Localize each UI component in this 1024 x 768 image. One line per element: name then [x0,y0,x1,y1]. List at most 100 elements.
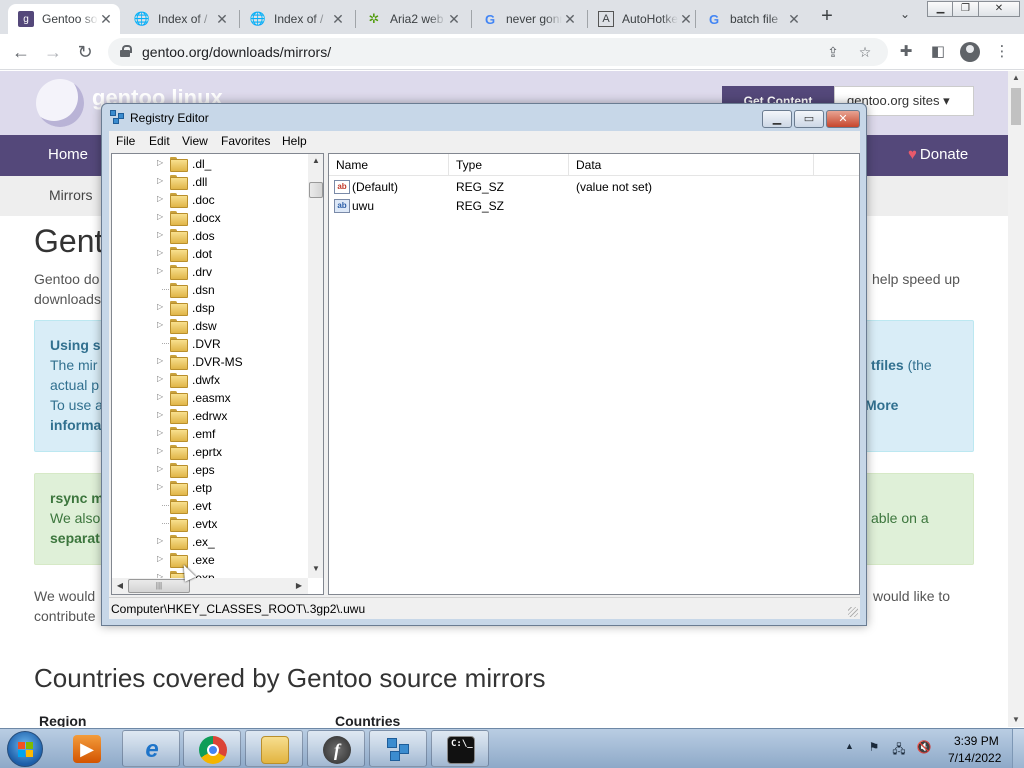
menu-file[interactable]: File [116,134,135,148]
expand-arrow-icon[interactable]: ▷ [157,212,165,222]
browser-minimize-button[interactable]: ▁ [927,1,954,17]
show-desktop-button[interactable] [1012,729,1024,768]
side-panel-icon[interactable]: ◧ [928,42,948,62]
column-divider[interactable] [813,154,814,176]
chrome-menu-icon[interactable]: ⋮ [992,42,1012,62]
expand-arrow-icon[interactable]: ▷ [157,392,165,402]
tab-batch-file[interactable]: G batch file ✕ [696,4,808,34]
column-data[interactable]: Data [576,158,601,172]
close-icon[interactable]: ✕ [562,11,578,28]
tree-key-node[interactable]: .evt [112,497,307,515]
tab-autohotkey[interactable]: A AutoHotkey ✕ [588,4,700,34]
expand-arrow-icon[interactable]: ▷ [157,320,165,330]
close-icon[interactable]: ✕ [678,11,694,28]
close-icon[interactable]: ✕ [786,11,802,28]
tree-key-node[interactable]: ▷ .eps [112,461,307,479]
tab-search-chevron-icon[interactable]: ⌄ [896,7,914,25]
close-button[interactable]: ✕ [826,110,860,128]
close-icon[interactable]: ✕ [330,11,346,28]
expand-arrow-icon[interactable]: ▷ [157,482,165,492]
more-information-link[interactable]: informa [50,415,101,435]
taskbar-internet-explorer[interactable]: e [122,730,180,767]
column-type[interactable]: Type [456,158,482,172]
scroll-up-icon[interactable]: ▲ [1008,71,1024,85]
taskbar-registry-editor[interactable] [369,730,427,767]
tree-key-node[interactable]: .DVR [112,335,307,353]
expand-arrow-icon[interactable]: ▷ [157,158,165,168]
taskbar-chrome[interactable] [183,730,241,767]
tree-horizontal-scrollbar[interactable]: ◀ ||| ▶ [112,578,308,594]
start-button[interactable] [7,731,43,767]
url-text[interactable]: gentoo.org/downloads/mirrors/ [142,44,331,60]
tree-key-node[interactable]: ▷ .dos [112,227,307,245]
menu-favorites[interactable]: Favorites [221,134,270,148]
scroll-down-icon[interactable]: ▼ [1008,713,1024,727]
close-icon[interactable]: ✕ [446,11,462,28]
address-bar[interactable]: gentoo.org/downloads/mirrors/ ⇪ ☆ [108,38,888,66]
expand-arrow-icon[interactable]: ▷ [157,428,165,438]
tree-key-node[interactable]: ▷ .etp [112,479,307,497]
taskbar-flash[interactable]: f [307,730,365,767]
rsync-text[interactable]: separat [50,528,100,548]
expand-arrow-icon[interactable]: ▷ [157,248,165,258]
tree-key-node[interactable]: ▷ .ex_ [112,533,307,551]
tree-key-node[interactable]: ▷ .dsw [112,317,307,335]
back-arrow-icon[interactable]: ← [8,39,34,65]
tree-key-node[interactable]: ▷ .dl_ [112,155,307,173]
scroll-up-icon[interactable]: ▲ [309,154,323,168]
tree-key-node[interactable]: ▷ .dll [112,173,307,191]
tree-vertical-scrollbar[interactable]: ▲ ▼ [308,154,323,578]
tab-aria-web[interactable]: ✲ Aria2 web UI ✕ [356,4,468,34]
clock-time[interactable]: 3:39 PM [954,734,999,748]
tree-key-node[interactable]: ▷ .drv [112,263,307,281]
expand-arrow-icon[interactable]: ▷ [157,302,165,312]
tree-key-node[interactable]: ▷ .docx [112,209,307,227]
expand-arrow-icon[interactable]: ▷ [157,554,165,564]
tree-key-node[interactable]: ▷ .easmx [112,389,307,407]
tree-key-node[interactable]: .evtx [112,515,307,533]
scroll-left-icon[interactable]: ◀ [113,579,127,593]
profile-avatar-icon[interactable] [960,42,980,62]
menu-view[interactable]: View [182,134,208,148]
tree-key-node[interactable]: ▷ .dwfx [112,371,307,389]
key-tree-pane[interactable]: ▷ .dl_ ▷ .dll ▷ .doc ▷ .docx ▷ .dos ▷ .dot ▷ .drv .dsn… [111,153,324,595]
value-row[interactable]: ab (Default) REG_SZ (value not set) [329,178,859,197]
expand-arrow-icon[interactable]: ▷ [157,374,165,384]
column-divider[interactable] [568,154,569,176]
lock-icon[interactable] [120,45,132,57]
tab-index-of-1[interactable]: 🌐 Index of / ✕ [124,4,236,34]
tree-key-node[interactable]: ▷ .eprtx [112,443,307,461]
close-icon[interactable]: ✕ [214,11,230,28]
bookmark-star-icon[interactable]: ☆ [856,44,874,62]
page-scrollbar[interactable]: ▲ ▼ [1008,71,1024,727]
tree-key-node[interactable]: ▷ .dsp [112,299,307,317]
taskbar-media-player[interactable]: ▶ [58,730,116,767]
tab-never-gonna[interactable]: G never gonna ✕ [472,4,584,34]
expand-arrow-icon[interactable]: ▷ [157,356,165,366]
tree-key-node[interactable]: .dsn [112,281,307,299]
new-tab-button[interactable]: + [816,6,838,28]
tree-key-node[interactable]: ▷ .dot [112,245,307,263]
expand-arrow-icon[interactable]: ▷ [157,266,165,276]
column-divider[interactable] [448,154,449,176]
tree-hscroll-thumb[interactable]: ||| [128,579,190,593]
expand-arrow-icon[interactable]: ▷ [157,194,165,204]
browser-close-button[interactable]: ✕ [978,1,1020,17]
value-row[interactable]: ab uwu REG_SZ [329,197,859,216]
scroll-thumb[interactable] [1011,88,1021,125]
minimize-button[interactable]: ▁ [762,110,792,128]
share-icon[interactable]: ⇪ [824,44,842,62]
tab-gentoo-mirrors[interactable]: g Gentoo source mirrors ✕ [8,4,120,34]
action-center-flag-icon[interactable]: ⚑ [866,740,882,756]
distfiles-link[interactable]: tfiles [871,357,904,373]
extensions-puzzle-icon[interactable]: ✚ [896,42,916,62]
browser-restore-button[interactable]: ❐ [952,1,979,17]
nav-donate-link[interactable]: ♥ Donate [908,146,968,163]
scroll-right-icon[interactable]: ▶ [292,579,306,593]
expand-arrow-icon[interactable]: ▷ [157,410,165,420]
taskbar-file-explorer[interactable] [245,730,303,767]
resize-grip-icon[interactable] [848,607,858,617]
expand-arrow-icon[interactable]: ▷ [157,536,165,546]
tree-key-node[interactable]: ▷ .DVR-MS [112,353,307,371]
expand-arrow-icon[interactable]: ▷ [157,464,165,474]
